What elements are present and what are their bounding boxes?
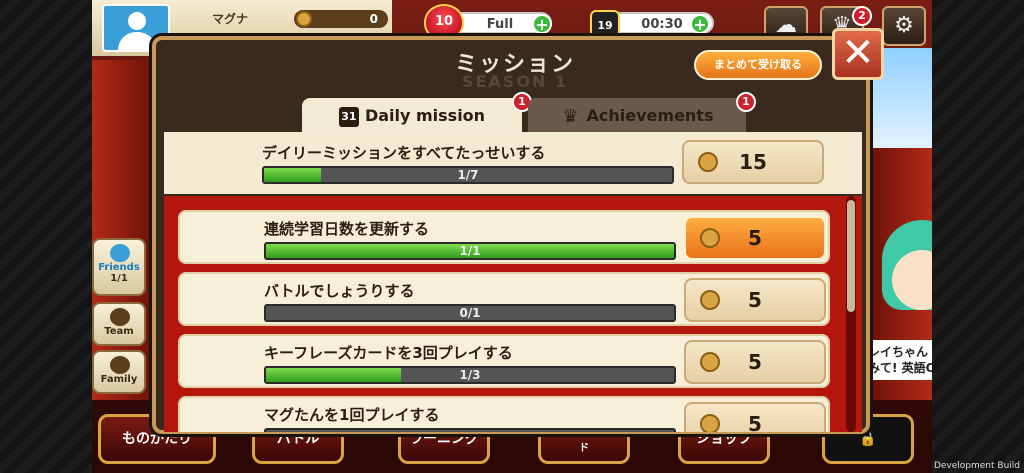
mission-reward-button[interactable]: 5 xyxy=(684,278,826,322)
mission-reward-value: 5 xyxy=(748,350,762,374)
coin-icon xyxy=(700,290,720,310)
ticket-icon: 19 xyxy=(590,10,620,38)
team-button[interactable]: Team xyxy=(92,302,146,346)
family-label: Family xyxy=(100,374,138,385)
mission-label: バトルでしょうりする xyxy=(264,282,415,300)
summary-label: デイリーミッションをすべてたっせいする xyxy=(262,144,546,162)
dev-build-label: Development Build xyxy=(933,461,1020,471)
scrollbar[interactable] xyxy=(846,196,856,432)
mission-reward-value: 5 xyxy=(748,226,762,250)
coin-icon xyxy=(698,152,718,172)
crown-icon: ♛ xyxy=(562,105,579,127)
summary-progress-bar: 1/7 xyxy=(262,166,674,184)
avatar-body-icon xyxy=(118,32,156,50)
mission-reward-button[interactable]: 5 xyxy=(684,402,826,432)
character-speech: レイちゃん かけてみて! 英語OK xyxy=(864,340,932,380)
mission-list[interactable]: 連続学習日数を更新する 1/1 5 バトルでしょうりする 0/1 5 キーフレーズカードを3… xyxy=(164,196,862,432)
mission-progress-bar: 1/1 xyxy=(264,242,676,260)
collect-all-button[interactable]: まとめて受け取る xyxy=(694,50,822,80)
mission-label: マグたんを1回プレイする xyxy=(264,406,440,424)
mission-progress-bar xyxy=(264,428,676,432)
coin-icon xyxy=(700,228,720,248)
family-button[interactable]: Family xyxy=(92,350,146,394)
friends-button[interactable]: Friends 1/1 xyxy=(92,238,146,296)
notification-badge: 2 xyxy=(852,6,872,26)
player-name: マグナ xyxy=(212,12,249,26)
tab-achievements[interactable]: ♛ Achievements 1 xyxy=(528,92,756,134)
settings-button[interactable]: ⚙ xyxy=(882,6,926,46)
mission-progress-text: 0/1 xyxy=(459,306,481,320)
close-button[interactable]: ✕ xyxy=(832,28,884,80)
calendar-icon: 31 xyxy=(338,106,359,127)
tab-daily-mission[interactable]: 31 Daily mission 1 xyxy=(302,92,532,134)
mission-reward-button[interactable]: 5 xyxy=(684,340,826,384)
tab-achievements-badge: 1 xyxy=(736,92,756,112)
mission-progress-bar: 0/1 xyxy=(264,304,676,322)
tab-daily-label: Daily mission xyxy=(364,106,486,125)
team-label: Team xyxy=(104,326,134,337)
add-ticket-button[interactable]: + xyxy=(690,14,710,34)
summary-reward-button[interactable]: 15 xyxy=(682,140,824,184)
coin-icon xyxy=(700,352,720,372)
add-stamina-button[interactable]: + xyxy=(532,14,552,34)
summary-reward-value: 15 xyxy=(739,150,767,174)
coin-icon xyxy=(296,11,312,27)
family-icon xyxy=(110,356,130,374)
coin-icon xyxy=(700,414,720,432)
mission-label: キーフレーズカードを3回プレイする xyxy=(264,344,513,362)
mission-reward-value: 5 xyxy=(748,412,762,432)
mission-reward-value: 5 xyxy=(748,288,762,312)
mission-row: マグたんを1回プレイする 5 xyxy=(178,396,830,432)
mission-reward-button[interactable]: 5 xyxy=(684,216,826,260)
summary-row: デイリーミッションをすべてたっせいする 1/7 15 xyxy=(178,136,830,190)
mission-progress-bar: 1/3 xyxy=(264,366,676,384)
mission-row: バトルでしょうりする 0/1 5 xyxy=(178,272,830,326)
team-icon xyxy=(110,308,130,326)
guide-character[interactable]: レイちゃん かけてみて! 英語OK xyxy=(862,200,932,400)
summary-progress-text: 1/7 xyxy=(457,168,479,182)
friends-label: Friends xyxy=(98,262,140,273)
avatar-head-icon xyxy=(128,12,146,30)
curtain-left xyxy=(92,60,152,400)
mission-dialog: ミッション SEASON 1 まとめて受け取る ✕ 31 Daily missio… xyxy=(152,28,884,434)
mission-progress-text: 1/3 xyxy=(459,368,481,382)
scrollbar-thumb[interactable] xyxy=(847,200,855,312)
game-screen: マグナ 0 Full 10 + 00:30 19 + ☁ ♛ 2 ⚙ Frien… xyxy=(0,0,1024,473)
right-decoration xyxy=(932,0,1024,473)
daily-summary: デイリーミッションをすべてたっせいする 1/7 15 xyxy=(164,132,862,194)
tab-achievements-label: Achievements xyxy=(586,106,714,125)
mission-label: 連続学習日数を更新する xyxy=(264,220,430,238)
mission-row: 連続学習日数を更新する 1/1 5 xyxy=(178,210,830,264)
gift-icon: ☁ xyxy=(775,13,797,38)
left-decoration xyxy=(0,0,92,473)
friends-count: 1/1 xyxy=(110,273,128,284)
friends-icon xyxy=(110,244,130,262)
mission-progress-text: 1/1 xyxy=(459,244,481,258)
heart-icon: 10 xyxy=(424,4,464,40)
gear-icon: ⚙ xyxy=(894,13,914,38)
mission-row: キーフレーズカードを3回プレイする 1/3 5 xyxy=(178,334,830,388)
